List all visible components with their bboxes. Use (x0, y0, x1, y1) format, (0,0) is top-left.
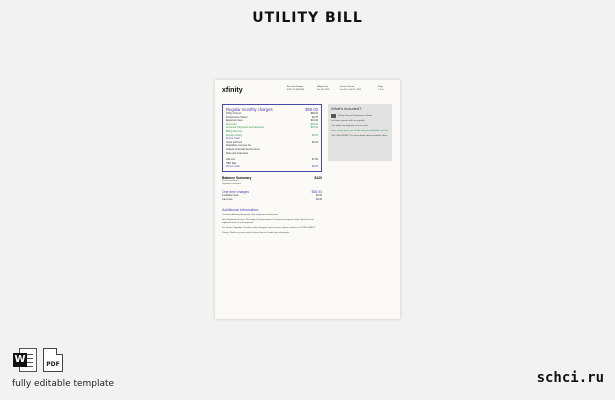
monthly-charges-box: Regular monthly charges $90.03 Xfinity I… (222, 104, 322, 172)
billing-date-value: Jan 08, 2021 (317, 89, 330, 91)
addon-charge-value: $7.99 (312, 158, 318, 162)
monthly-addon-rows: Add-ons $7.99 HBO Max Promo credit $0.00 (226, 158, 318, 169)
monthly-charge-rows: Xfinity Internet $80.00 Performance Starte… (226, 112, 318, 155)
one-time-charge-row: Late Fees $0.00 (222, 198, 322, 202)
page-number-block: Page 2 of 4 (378, 86, 383, 92)
pdf-file-icon: PDF (43, 348, 63, 372)
addon-charge-value: $0.00 (312, 165, 318, 169)
payments-received-note: Payments received (222, 182, 241, 185)
monthly-charge-value: $10.00 (310, 126, 318, 130)
xfinity-logo: xfinity (222, 87, 243, 94)
account-number-block: Account Number 8220 12 4567890 (287, 86, 304, 92)
included-service-item: Xfinity Internet Performance Starter (331, 114, 389, 118)
word-badge: W (13, 353, 27, 367)
page-value: 2 of 4 (378, 89, 384, 91)
one-time-charge-value: $0.00 (316, 197, 322, 201)
balance-summary: Balance Summary $120 Previous balance Pa… (222, 176, 322, 186)
monthly-charge-value: $6.00 (312, 133, 318, 137)
included-service-label: Xfinity Internet Performance Starter (338, 115, 373, 117)
charges-column: Regular monthly charges $90.03 Xfinity I… (222, 104, 322, 235)
billing-date-block: Billing Date Jan 08, 2021 (317, 86, 330, 92)
monthly-charge-value: $3.42 (312, 140, 318, 144)
whats-included-panel: What's included? Xfinity Internet Perfor… (328, 104, 392, 161)
additional-information-text: Customer Authority Information Visit xfi… (222, 214, 322, 235)
addon-charge-label: Promo credit (226, 165, 240, 169)
word-document-icon: W (13, 348, 37, 372)
included-paragraph: Get faster speeds with an upgrade. (331, 120, 366, 122)
page-title: UTILITY BILL (252, 10, 363, 26)
monthly-charge-label: State and local taxes (226, 151, 249, 155)
one-time-charge-label: Late Fees (222, 197, 233, 201)
included-paragraph: Call 1-800-XFINITY for more details abou… (331, 135, 388, 137)
included-paragraph: Save money when you bundle Internet and … (331, 130, 389, 132)
bill-document: xfinity Account Number 8220 12 4567890 B… (215, 80, 400, 319)
additional-info-paragraph: Privacy: Read our privacy notice to lear… (222, 231, 290, 234)
balance-summary-amount: $120 (314, 175, 322, 180)
template-caption: fully editable template (12, 379, 115, 389)
service-period-block: Service Period Jan 08 - Feb 07, 2021 (340, 86, 361, 92)
pdf-label: PDF (46, 361, 60, 368)
additional-info-paragraph: Customer Authority Information Visit xfi… (222, 214, 279, 217)
brand-watermark: schci.ru (536, 370, 604, 386)
whats-included-text: Get faster speeds with an upgrade. Visit … (331, 120, 389, 138)
service-period-value: Jan 08 - Feb 07, 2021 (340, 89, 362, 91)
account-value: 8220 12 4567890 (287, 89, 305, 91)
router-icon (331, 114, 336, 118)
additional-info-paragraph: Non-Regulated Services: The Federal Comm… (222, 219, 314, 224)
one-time-charges: One-time charges $30.03 Installation fee… (222, 190, 322, 201)
additional-info-paragraph: For Service Upgrades: To add or make cha… (222, 226, 316, 229)
additional-information-title: Additional information (222, 208, 259, 213)
addon-charge-row: Promo credit $0.00 (226, 165, 318, 169)
additional-information: Additional information Customer Authorit… (222, 208, 322, 235)
whats-included-title: What's included? (331, 106, 362, 111)
included-paragraph: Visit xfinity.com/upgrade to learn more. (331, 125, 369, 127)
one-time-charge-rows: Installation fees $0.00 Late Fees $0.00 (222, 194, 322, 201)
format-icons: W PDF (13, 348, 63, 372)
